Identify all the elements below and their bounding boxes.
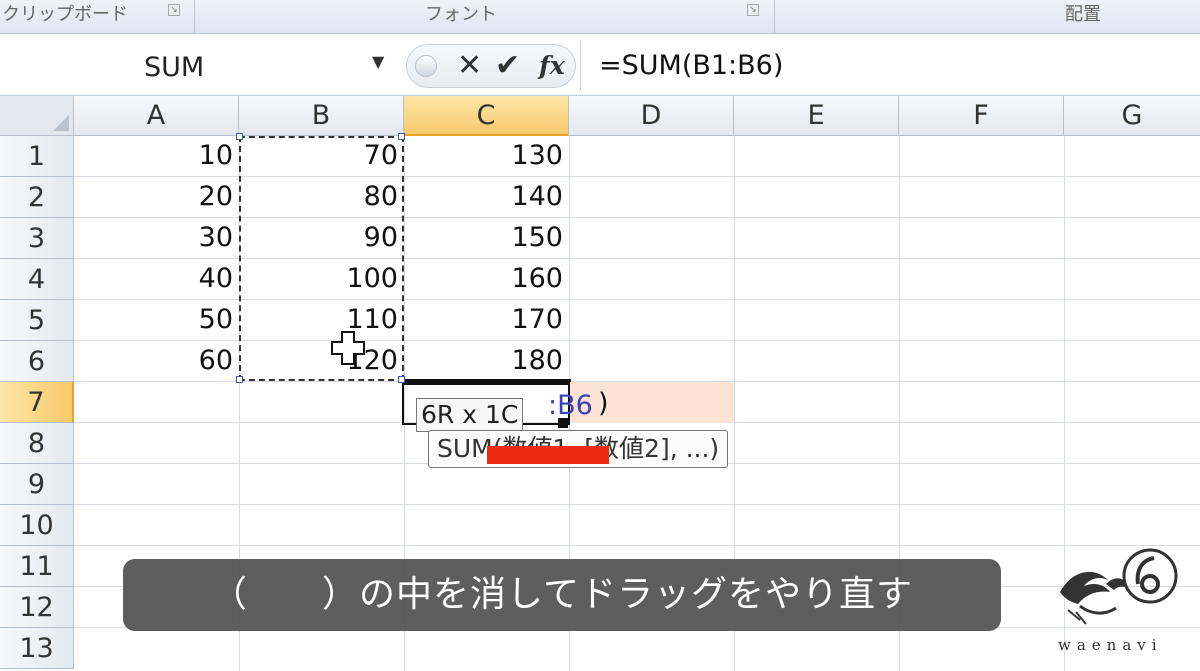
- row-header-5[interactable]: 5: [0, 300, 74, 341]
- chevron-down-icon[interactable]: ▼: [372, 52, 384, 71]
- cell-a2[interactable]: 20: [74, 181, 239, 212]
- row-header-7[interactable]: 7: [0, 382, 74, 423]
- selection-handle[interactable]: [398, 133, 405, 140]
- column-header-d[interactable]: D: [569, 96, 734, 136]
- gridline: [74, 545, 1200, 546]
- column-header-e[interactable]: E: [734, 96, 899, 136]
- gridline: [74, 504, 1200, 505]
- row-header-2[interactable]: 2: [0, 177, 74, 218]
- row-header-11[interactable]: 11: [0, 546, 74, 587]
- selection-handle[interactable]: [236, 133, 243, 140]
- selection-marquee: [239, 136, 404, 381]
- row-header-10[interactable]: 10: [0, 505, 74, 546]
- ribbon-group-clipboard: クリップボード ↘: [0, 0, 195, 34]
- cell-a6[interactable]: 60: [74, 345, 239, 376]
- row-header-6[interactable]: 6: [0, 341, 74, 382]
- ribbon-group-alignment: 配置: [775, 0, 1200, 34]
- column-header-b[interactable]: B: [239, 96, 404, 136]
- cell-a1[interactable]: 10: [74, 140, 239, 171]
- row-header-12[interactable]: 12: [0, 587, 74, 628]
- enter-check-icon[interactable]: ✔: [495, 48, 520, 83]
- ribbon-group-font: フォント ↘: [195, 0, 775, 34]
- cell-c5[interactable]: 170: [404, 304, 569, 335]
- cell-c6[interactable]: 180: [404, 345, 569, 376]
- ribbon-group-label: クリップボード: [2, 4, 128, 25]
- column-header-c[interactable]: C: [404, 96, 569, 136]
- name-box[interactable]: SUM ▼: [0, 40, 402, 90]
- ribbon-group-label: 配置: [1065, 4, 1101, 25]
- dialog-launcher-icon[interactable]: ↘: [747, 4, 759, 16]
- name-box-value: SUM: [144, 52, 205, 83]
- cell-c1[interactable]: 130: [404, 140, 569, 171]
- highlight-bar: [487, 446, 609, 464]
- edit-cell-fill: [569, 382, 734, 423]
- row-header-3[interactable]: 3: [0, 218, 74, 259]
- insert-function-icon[interactable]: fx: [539, 51, 565, 80]
- formula-buttons: ✕ ✔ fx: [406, 44, 576, 88]
- caption-overlay: （ ）の中を消してドラッグをやり直す: [123, 559, 1001, 631]
- cancel-icon[interactable]: ✕: [457, 48, 482, 83]
- ribbon-group-label: フォント: [425, 4, 497, 25]
- row-header-1[interactable]: 1: [0, 136, 74, 177]
- cell-c3[interactable]: 150: [404, 222, 569, 253]
- edit-close-paren: ): [598, 388, 609, 419]
- ribbon-group-strip: クリップボード ↘ フォント ↘ 配置: [0, 0, 1200, 34]
- edit-reference-text: :B6: [548, 390, 593, 421]
- column-header-g[interactable]: G: [1064, 96, 1200, 136]
- formula-bar: SUM ▼ ✕ ✔ fx =SUM(B1:B6): [0, 34, 1200, 96]
- column-header-a[interactable]: A: [74, 96, 239, 136]
- selection-size-tooltip: 6R x 1C: [416, 398, 524, 432]
- row-header-9[interactable]: 9: [0, 464, 74, 505]
- row-header-8[interactable]: 8: [0, 423, 74, 464]
- formula-input[interactable]: =SUM(B1:B6): [580, 40, 1200, 90]
- row-header-13[interactable]: 13: [0, 628, 74, 669]
- caption-text: （ ）の中を消してドラッグをやり直す: [211, 574, 913, 615]
- cell-a3[interactable]: 30: [74, 222, 239, 253]
- select-all-button[interactable]: [0, 96, 74, 136]
- selection-handle[interactable]: [398, 376, 405, 383]
- formula-text: =SUM(B1:B6): [599, 50, 784, 81]
- logo-wordmark: waenavi: [1058, 636, 1163, 654]
- cell-c4[interactable]: 160: [404, 263, 569, 294]
- cell-a5[interactable]: 50: [74, 304, 239, 335]
- cell-a4[interactable]: 40: [74, 263, 239, 294]
- column-header-f[interactable]: F: [899, 96, 1064, 136]
- cell-c2[interactable]: 140: [404, 181, 569, 212]
- selection-handle[interactable]: [236, 376, 243, 383]
- dialog-launcher-icon[interactable]: ↘: [168, 4, 180, 16]
- resize-handle-icon[interactable]: [415, 55, 437, 77]
- cell-select-cursor-icon: [331, 331, 365, 365]
- select-all-triangle-icon: [53, 115, 69, 131]
- row-header-4[interactable]: 4: [0, 259, 74, 300]
